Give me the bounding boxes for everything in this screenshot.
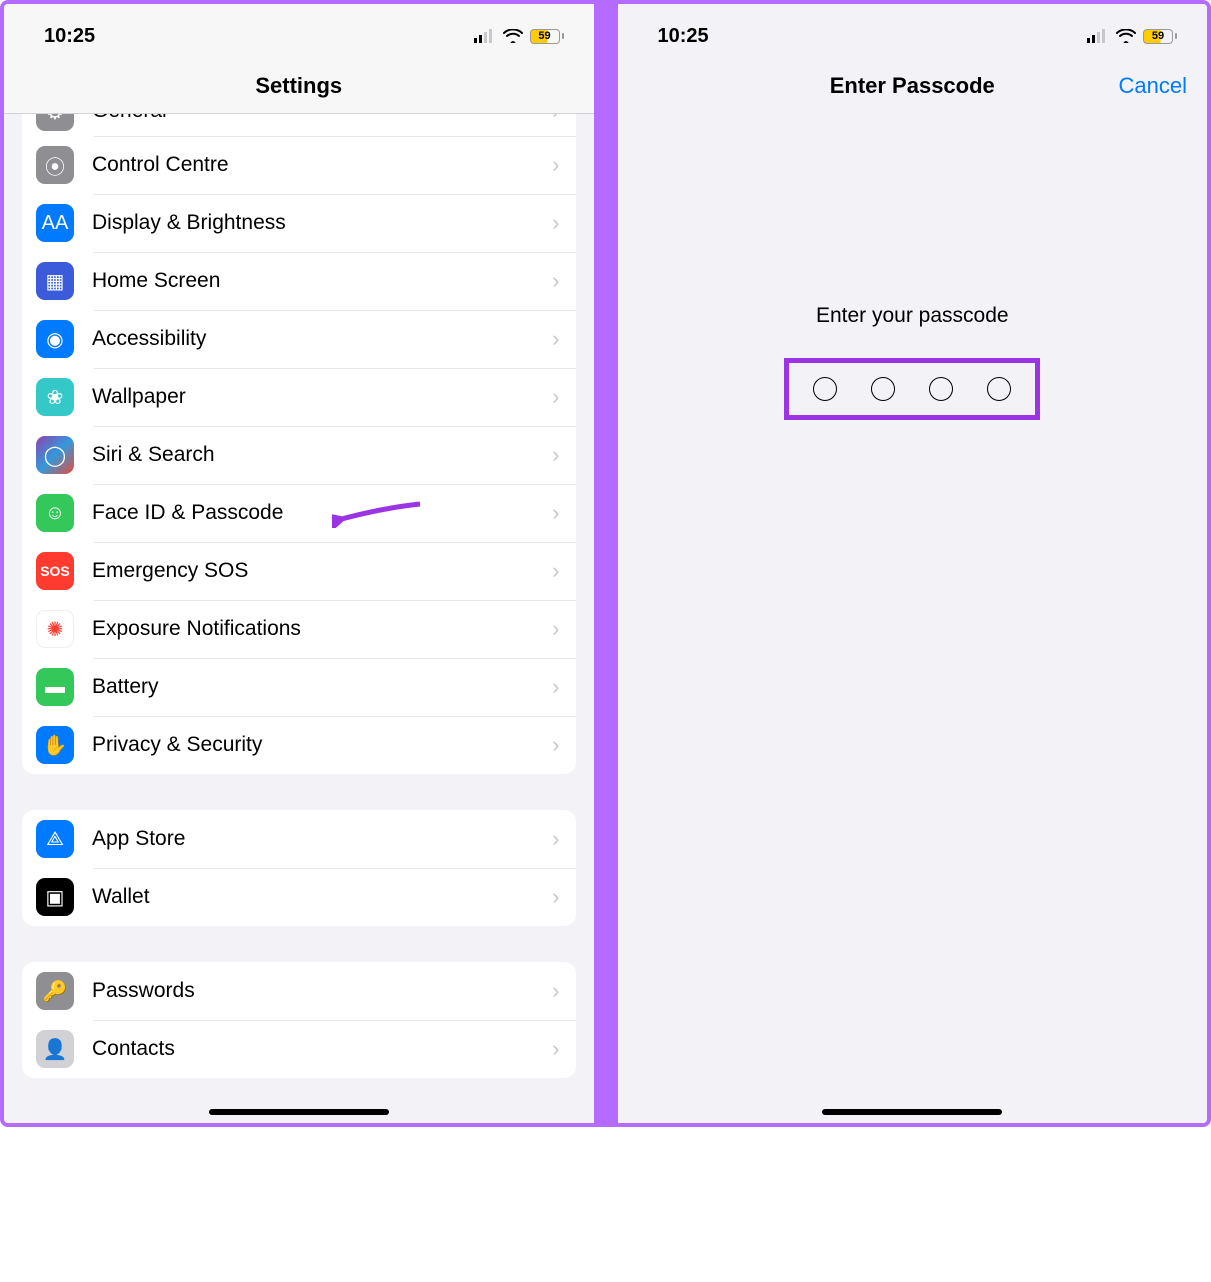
row-label: Exposure Notifications (92, 617, 552, 641)
home-indicator[interactable] (209, 1109, 389, 1115)
wifi-icon (1116, 29, 1136, 43)
settings-row-contacts[interactable]: 👤 Contacts › (22, 1020, 576, 1078)
siri-icon: ◯ (36, 436, 74, 474)
passcode-dots[interactable] (813, 377, 1011, 401)
row-label: Siri & Search (92, 443, 552, 467)
settings-row-face[interactable]: ☺ Face ID & Passcode › (22, 484, 576, 542)
row-label: Contacts (92, 1037, 552, 1061)
contacts-icon: 👤 (36, 1030, 74, 1068)
store-icon: ⟁ (36, 820, 74, 858)
home-indicator[interactable] (822, 1109, 1002, 1115)
batt-icon: ▬ (36, 668, 74, 706)
control-icon: ⦿ (36, 146, 74, 184)
chevron-right-icon: › (552, 500, 559, 526)
passcode-dot (871, 377, 895, 401)
battery-level: 59 (538, 30, 550, 42)
status-time: 10:25 (44, 25, 95, 48)
row-label: Control Centre (92, 153, 552, 177)
row-label: Battery (92, 675, 552, 699)
status-bar: 10:25 59 (618, 4, 1208, 58)
settings-screen: 10:25 59 Settings ⚙ General › ⦿ (4, 4, 594, 1123)
face-icon: ☺ (36, 494, 74, 532)
settings-row-batt[interactable]: ▬ Battery › (22, 658, 576, 716)
row-label: App Store (92, 827, 552, 851)
settings-group-2: ⟁ App Store › ▣ Wallet › (22, 810, 576, 926)
nav-bar: Settings (4, 58, 594, 114)
sos-icon: SOS (36, 552, 74, 590)
passcode-dot (813, 377, 837, 401)
settings-row-expo[interactable]: ✺ Exposure Notifications › (22, 600, 576, 658)
settings-row-siri[interactable]: ◯ Siri & Search › (22, 426, 576, 484)
battery-indicator: 59 (530, 29, 564, 44)
settings-row-wall[interactable]: ❀ Wallpaper › (22, 368, 576, 426)
chevron-right-icon: › (552, 674, 559, 700)
row-label: Face ID & Passcode (92, 501, 552, 525)
chevron-right-icon: › (552, 826, 559, 852)
passcode-screen: 10:25 59 Enter Passcode Cancel Enter you… (618, 4, 1208, 1123)
status-bar: 10:25 59 (4, 4, 594, 58)
nav-title: Enter Passcode (830, 73, 995, 99)
row-label: Wallpaper (92, 385, 552, 409)
settings-row-pass[interactable]: 🔑 Passwords › (22, 962, 576, 1020)
row-label: Wallet (92, 885, 552, 909)
screenshot-divider (594, 4, 618, 1123)
settings-group-3: 🔑 Passwords › 👤 Contacts › (22, 962, 576, 1078)
cellular-icon (474, 29, 496, 43)
row-label: Display & Brightness (92, 211, 552, 235)
passcode-dot (987, 377, 1011, 401)
wall-icon: ❀ (36, 378, 74, 416)
home-icon: ▦ (36, 262, 74, 300)
chevron-right-icon: › (552, 1036, 559, 1062)
settings-row-store[interactable]: ⟁ App Store › (22, 810, 576, 868)
cancel-button[interactable]: Cancel (1119, 73, 1187, 99)
chevron-right-icon: › (552, 442, 559, 468)
chevron-right-icon: › (552, 152, 559, 178)
cellular-icon (1087, 29, 1109, 43)
settings-row-general[interactable]: ⚙ General › (22, 114, 576, 136)
row-label: General (92, 114, 552, 123)
chevron-right-icon: › (552, 558, 559, 584)
battery-indicator: 59 (1143, 29, 1177, 44)
settings-row-home[interactable]: ▦ Home Screen › (22, 252, 576, 310)
access-icon: ◉ (36, 320, 74, 358)
chevron-right-icon: › (552, 114, 559, 124)
chevron-right-icon: › (552, 326, 559, 352)
settings-row-display[interactable]: AA Display & Brightness › (22, 194, 576, 252)
expo-icon: ✺ (36, 610, 74, 648)
nav-title: Settings (255, 73, 342, 99)
priv-icon: ✋ (36, 726, 74, 764)
wallet-icon: ▣ (36, 878, 74, 916)
passcode-highlight (784, 358, 1040, 420)
display-icon: AA (36, 204, 74, 242)
chevron-right-icon: › (552, 884, 559, 910)
wifi-icon (503, 29, 523, 43)
battery-level: 59 (1152, 30, 1164, 42)
settings-row-wallet[interactable]: ▣ Wallet › (22, 868, 576, 926)
settings-group-1: ⚙ General › ⦿ Control Centre › AA Displa… (22, 114, 576, 774)
nav-bar: Enter Passcode Cancel (618, 58, 1208, 114)
chevron-right-icon: › (552, 616, 559, 642)
settings-row-control[interactable]: ⦿ Control Centre › (22, 136, 576, 194)
chevron-right-icon: › (552, 210, 559, 236)
row-label: Accessibility (92, 327, 552, 351)
passcode-dot (929, 377, 953, 401)
row-label: Privacy & Security (92, 733, 552, 757)
settings-row-priv[interactable]: ✋ Privacy & Security › (22, 716, 576, 774)
chevron-right-icon: › (552, 732, 559, 758)
pass-icon: 🔑 (36, 972, 74, 1010)
chevron-right-icon: › (552, 268, 559, 294)
row-label: Passwords (92, 979, 552, 1003)
row-label: Emergency SOS (92, 559, 552, 583)
settings-list[interactable]: ⚙ General › ⦿ Control Centre › AA Displa… (4, 114, 594, 1123)
row-label: Home Screen (92, 269, 552, 293)
chevron-right-icon: › (552, 384, 559, 410)
status-time: 10:25 (658, 25, 709, 48)
general-icon: ⚙ (36, 114, 74, 131)
settings-row-access[interactable]: ◉ Accessibility › (22, 310, 576, 368)
chevron-right-icon: › (552, 978, 559, 1004)
settings-row-sos[interactable]: SOS Emergency SOS › (22, 542, 576, 600)
passcode-prompt: Enter your passcode (618, 304, 1208, 328)
